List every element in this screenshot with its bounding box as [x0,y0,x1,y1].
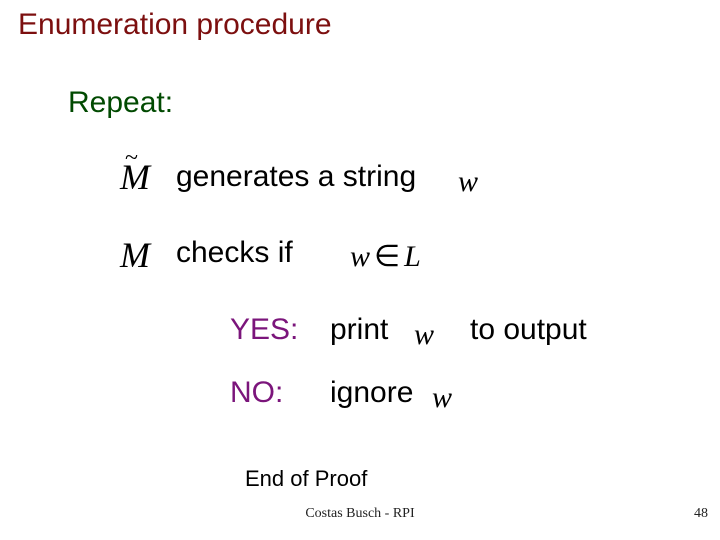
end-of-proof: End of Proof [245,466,367,492]
symbol-in: ∈ [370,240,404,273]
symbol-w-expr: w [350,240,370,273]
slide-title: Enumeration procedure [18,8,332,42]
text-generates: generates a string [176,160,416,194]
symbol-w-2: w [414,318,434,352]
yes-tail: to output [470,313,587,347]
no-action: ignore [330,376,413,410]
symbol-w-3: w [432,381,452,415]
expr-w-in-l: w∈L [350,239,421,274]
symbol-w-1: w [458,165,478,199]
symbol-m: M [120,234,150,276]
page-number: 48 [694,506,708,522]
no-label: NO: [230,376,283,410]
symbol-l: L [404,240,421,273]
yes-action: print [330,313,388,347]
slide: Enumeration procedure Repeat: ~ M genera… [0,0,720,540]
symbol-m-tilde: M [120,156,150,198]
yes-label: YES: [230,313,298,347]
repeat-label: Repeat: [68,86,173,120]
text-checks: checks if [176,236,293,270]
footer-author: Costas Busch - RPI [0,506,720,522]
